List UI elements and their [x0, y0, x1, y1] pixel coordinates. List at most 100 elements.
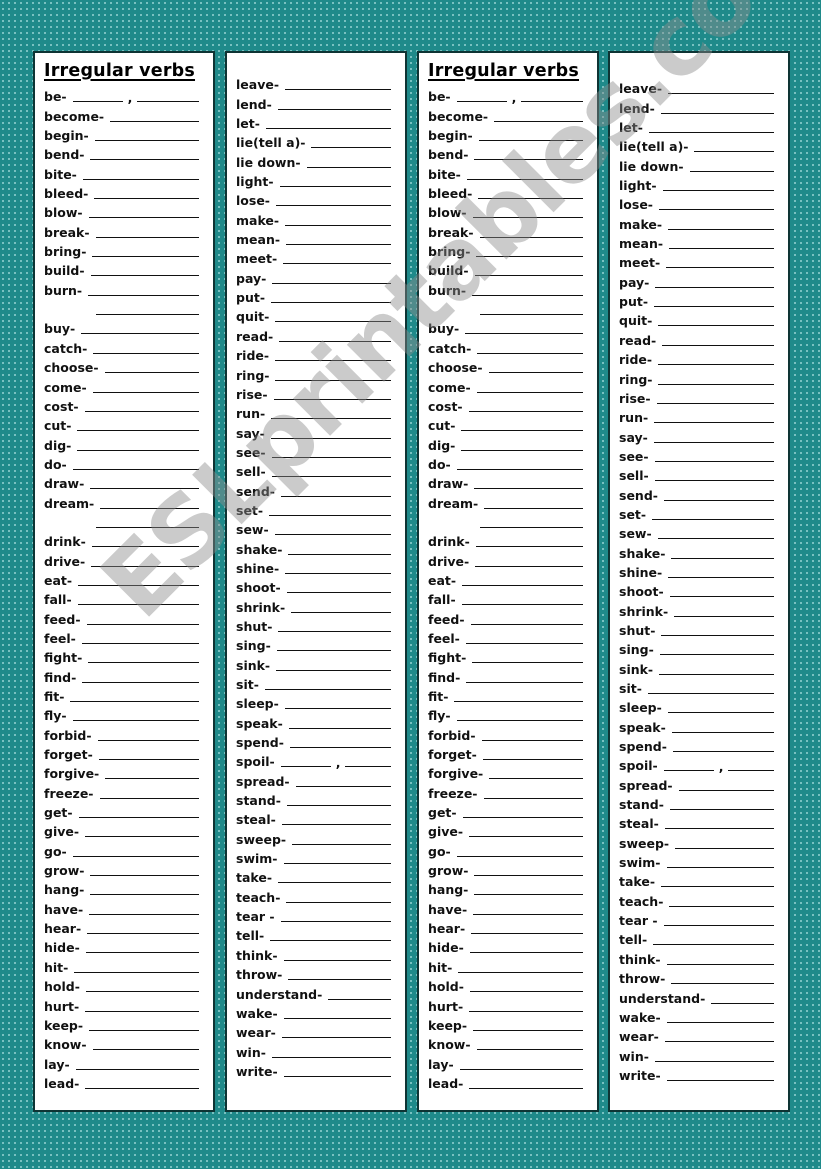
answer-blank[interactable]	[475, 565, 583, 567]
answer-blank[interactable]	[81, 642, 199, 644]
answer-blank[interactable]	[72, 720, 199, 722]
answer-blank[interactable]	[479, 236, 583, 238]
answer-blank[interactable]	[658, 383, 774, 385]
answer-blank[interactable]	[458, 971, 583, 973]
answer-blank[interactable]	[655, 286, 774, 288]
answer-blank[interactable]	[477, 352, 583, 354]
answer-blank[interactable]	[466, 178, 583, 180]
answer-blank[interactable]	[286, 244, 391, 246]
answer-blank[interactable]	[85, 991, 199, 993]
answer-blank[interactable]	[474, 159, 583, 161]
answer-blank[interactable]	[81, 333, 199, 335]
answer-blank[interactable]	[662, 190, 774, 192]
answer-blank[interactable]	[469, 991, 583, 993]
answer-blank[interactable]	[675, 847, 774, 849]
answer-blank[interactable]	[285, 89, 391, 91]
answer-blank[interactable]	[478, 140, 583, 142]
answer-blank[interactable]	[474, 275, 583, 277]
answer-blank[interactable]	[275, 379, 391, 381]
answer-blank[interactable]	[672, 751, 774, 753]
answer-blank[interactable]	[456, 101, 507, 103]
answer-blank[interactable]	[728, 770, 774, 772]
answer-blank[interactable]	[476, 256, 583, 258]
answer-blank[interactable]	[277, 108, 391, 110]
answer-blank[interactable]	[658, 364, 774, 366]
answer-blank[interactable]	[274, 534, 391, 536]
answer-blank[interactable]	[265, 128, 391, 130]
answer-blank[interactable]	[456, 468, 583, 470]
answer-blank[interactable]	[278, 630, 391, 632]
answer-blank[interactable]	[281, 1037, 391, 1039]
answer-blank[interactable]	[661, 634, 774, 636]
answer-blank[interactable]	[92, 1049, 199, 1051]
answer-blank[interactable]	[295, 785, 391, 787]
answer-blank[interactable]	[306, 166, 391, 168]
answer-blank[interactable]	[74, 971, 199, 973]
answer-blank[interactable]	[286, 901, 391, 903]
answer-blank[interactable]	[668, 576, 774, 578]
answer-blank[interactable]	[280, 766, 331, 768]
answer-blank[interactable]	[96, 526, 199, 528]
answer-blank[interactable]	[654, 480, 774, 482]
answer-blank[interactable]	[660, 112, 774, 114]
answer-blank[interactable]	[472, 662, 583, 664]
answer-blank[interactable]	[494, 120, 583, 122]
answer-blank[interactable]	[663, 925, 774, 927]
answer-blank[interactable]	[85, 1010, 199, 1012]
answer-blank[interactable]	[454, 701, 583, 702]
answer-blank[interactable]	[279, 340, 391, 342]
answer-blank[interactable]	[478, 198, 583, 200]
answer-blank[interactable]	[93, 352, 199, 354]
answer-blank[interactable]	[469, 836, 583, 838]
answer-blank[interactable]	[283, 263, 391, 265]
answer-blank[interactable]	[484, 507, 583, 509]
answer-blank[interactable]	[466, 681, 583, 683]
answer-blank[interactable]	[276, 669, 391, 671]
answer-blank[interactable]	[669, 596, 774, 598]
answer-blank[interactable]	[456, 720, 583, 722]
answer-blank[interactable]	[474, 488, 583, 490]
answer-blank[interactable]	[84, 410, 199, 412]
answer-blank[interactable]	[72, 468, 199, 470]
answer-blank[interactable]	[662, 344, 774, 346]
answer-blank[interactable]	[77, 449, 199, 451]
answer-blank[interactable]	[94, 198, 199, 200]
answer-blank[interactable]	[483, 797, 583, 799]
answer-blank[interactable]	[285, 224, 391, 226]
answer-blank[interactable]	[462, 817, 583, 819]
answer-blank[interactable]	[678, 789, 774, 791]
answer-blank[interactable]	[674, 615, 774, 617]
answer-blank[interactable]	[283, 1017, 391, 1019]
answer-blank[interactable]	[85, 1087, 199, 1089]
answer-blank[interactable]	[275, 321, 391, 323]
answer-blank[interactable]	[647, 693, 774, 694]
answer-blank[interactable]	[666, 267, 774, 269]
answer-blank[interactable]	[264, 689, 391, 690]
answer-blank[interactable]	[461, 604, 583, 606]
answer-blank[interactable]	[89, 1029, 199, 1031]
answer-blank[interactable]	[96, 314, 199, 316]
answer-blank[interactable]	[92, 391, 199, 393]
answer-blank[interactable]	[85, 836, 199, 838]
answer-blank[interactable]	[269, 514, 391, 516]
answer-blank[interactable]	[456, 855, 583, 857]
answer-blank[interactable]	[70, 701, 199, 702]
answer-blank[interactable]	[653, 441, 774, 443]
answer-blank[interactable]	[652, 518, 774, 520]
answer-blank[interactable]	[288, 727, 391, 729]
answer-blank[interactable]	[279, 186, 391, 188]
answer-blank[interactable]	[489, 778, 583, 780]
answer-blank[interactable]	[284, 708, 391, 710]
answer-blank[interactable]	[654, 422, 774, 424]
answer-blank[interactable]	[271, 418, 391, 420]
answer-blank[interactable]	[465, 333, 583, 335]
answer-blank[interactable]	[85, 952, 199, 954]
answer-blank[interactable]	[82, 681, 199, 683]
answer-blank[interactable]	[271, 476, 391, 478]
answer-blank[interactable]	[283, 1075, 391, 1077]
answer-blank[interactable]	[671, 731, 774, 733]
answer-blank[interactable]	[281, 824, 391, 826]
answer-blank[interactable]	[292, 843, 391, 845]
answer-blank[interactable]	[669, 248, 774, 250]
answer-blank[interactable]	[474, 875, 583, 877]
